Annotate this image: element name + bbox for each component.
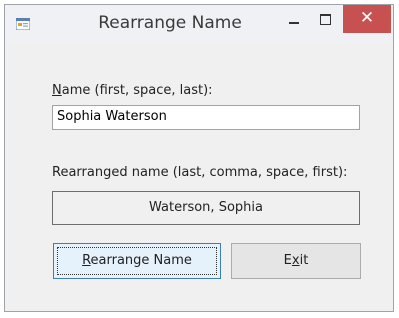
exit-button-accelerator: x [291,253,300,268]
maximize-icon [320,14,331,25]
rearranged-name-output: Waterson, Sophia [52,191,360,225]
name-label: Name (first, space, last): [52,83,213,98]
rearrange-button-label: earrange Name [90,253,192,268]
name-label-accelerator: N [52,83,62,98]
name-input[interactable]: Sophia Waterson [52,105,360,130]
rearranged-name-label: Rearranged name (last, comma, space, fir… [52,165,348,180]
rearrange-name-window: Rearrange Name ✕ Name (first, space, las… [4,4,394,312]
maximize-button[interactable] [310,5,340,35]
rearrange-name-button[interactable]: Rearrange Name [53,243,221,279]
title-bar[interactable]: Rearrange Name ✕ [5,5,393,43]
close-icon: ✕ [359,8,375,28]
focus-rectangle: Rearrange Name [57,247,217,275]
close-button[interactable]: ✕ [343,5,391,33]
minimize-icon [289,22,299,24]
exit-button[interactable]: Exit [231,243,361,279]
name-label-text: ame (first, space, last): [61,83,213,98]
exit-button-label-end: it [299,253,309,268]
minimize-button[interactable] [279,5,309,35]
rearrange-button-accelerator: R [82,253,91,268]
exit-button-label-start: E [283,253,292,268]
